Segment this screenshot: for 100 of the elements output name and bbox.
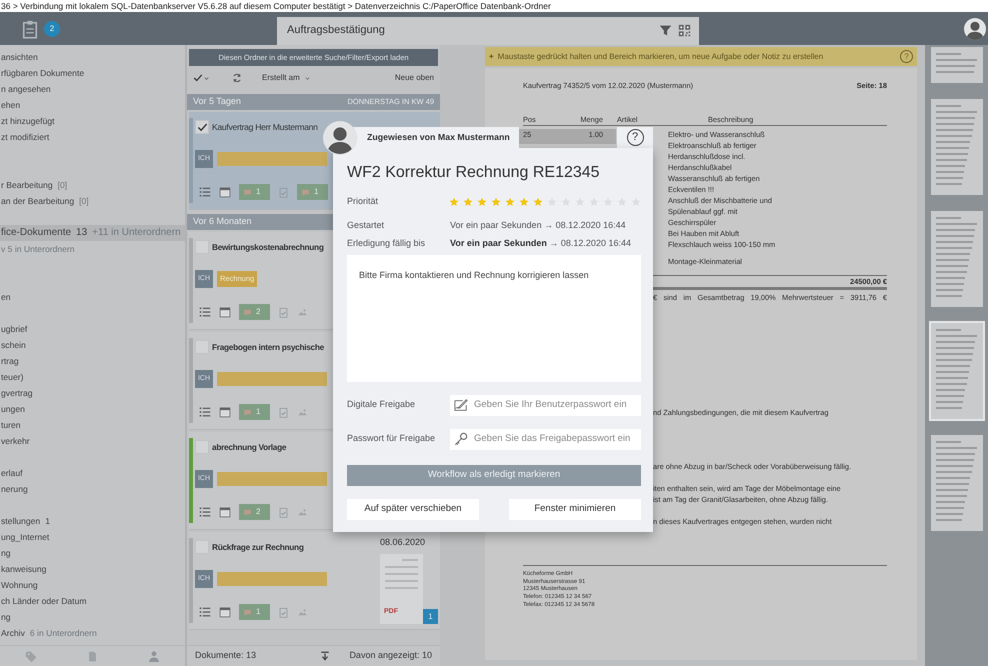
- clipboard-check-icon[interactable]: [278, 406, 289, 418]
- field-label: Passwort für Freigabe: [347, 432, 436, 446]
- document-date: 08.06.2020: [380, 536, 426, 549]
- filter-icon[interactable]: [659, 24, 672, 37]
- sidebar-item[interactable]: rfügbaren Dokumente: [0, 65, 185, 81]
- sidebar-item[interactable]: nerung: [0, 481, 185, 497]
- calendar-icon[interactable]: [219, 306, 231, 318]
- search-field[interactable]: Auftragsbestätigung: [277, 16, 699, 44]
- image-icon[interactable]: [297, 506, 308, 518]
- calendar-icon[interactable]: [219, 506, 231, 518]
- sort-dropdown[interactable]: Erstellt am: [262, 72, 311, 84]
- star-icon[interactable]: [477, 196, 487, 207]
- page-thumbnail[interactable]: [931, 323, 983, 419]
- clipboard-check-icon[interactable]: [278, 186, 289, 198]
- date-value: Vor ein paar Sekunden → 08.12.2020 16:44: [450, 218, 626, 232]
- help-button[interactable]: ?: [626, 129, 644, 146]
- sidebar-item[interactable]: erlauf: [0, 465, 185, 481]
- sidebar-item[interactable]: ng: [0, 609, 185, 625]
- page-count-badge: 1: [423, 609, 438, 624]
- sidebar-item[interactable]: en: [0, 289, 185, 305]
- field-label: Priorität: [347, 195, 380, 208]
- document-title[interactable]: abrechnung Vorlage: [212, 440, 286, 454]
- sidebar-item[interactable]: Archiv 6 in Unterordnern: [0, 625, 185, 641]
- list-icon[interactable]: [199, 506, 211, 518]
- list-icon[interactable]: [199, 306, 211, 318]
- sidebar-item[interactable]: Wohnung: [0, 577, 185, 593]
- sidebar-item[interactable]: stellungen 1: [0, 513, 185, 529]
- sidebar-item[interactable]: fice-Dokumente 13 +11 in Unterordnern: [0, 225, 185, 241]
- help-button[interactable]: ?: [900, 50, 913, 63]
- shown-count: Davon angezeigt: 10: [349, 649, 432, 662]
- document-title[interactable]: Fragebogen intern psychische: [212, 340, 324, 354]
- calendar-icon[interactable]: [219, 406, 231, 418]
- sidebar-item[interactable]: ehen: [0, 97, 185, 113]
- star-icon[interactable]: [505, 196, 515, 207]
- sidebar-item[interactable]: kanweisung: [0, 561, 185, 577]
- qr-code-icon[interactable]: [678, 24, 691, 37]
- sidebar-item[interactable]: an der Bearbeitung [0]: [0, 193, 185, 209]
- page-thumbnail[interactable]: [931, 47, 983, 83]
- download-icon[interactable]: [320, 651, 330, 661]
- page-thumbnail[interactable]: [931, 211, 983, 307]
- plus-sign: +: [489, 50, 494, 62]
- star-icon[interactable]: [533, 196, 543, 207]
- sort-order-button[interactable]: Neue oben: [394, 72, 434, 84]
- page-thumbnail[interactable]: [931, 99, 983, 195]
- sidebar-item[interactable]: ugbrief: [0, 321, 185, 337]
- sidebar-item[interactable]: rtrag: [0, 353, 185, 369]
- page-thumbnail[interactable]: [931, 435, 983, 531]
- calendar-icon[interactable]: [219, 186, 231, 198]
- dialog-button[interactable]: Fenster minimieren: [509, 498, 641, 520]
- search-input[interactable]: Auftragsbestätigung: [285, 21, 645, 40]
- speech-bubble-icon: [243, 308, 252, 316]
- image-icon[interactable]: [297, 406, 308, 418]
- sidebar-item[interactable]: turen: [0, 417, 185, 433]
- sidebar-item[interactable]: zt hinzugefügt: [0, 113, 185, 129]
- sidebar-item[interactable]: zt modifiziert: [0, 129, 185, 145]
- list-icon[interactable]: [199, 406, 211, 418]
- sidebar-item[interactable]: ch Länder oder Datum: [0, 593, 185, 609]
- star-icon[interactable]: [519, 196, 529, 207]
- notification-badge[interactable]: 2: [44, 20, 60, 36]
- speech-bubble-icon: [301, 188, 310, 196]
- list-icon[interactable]: [199, 186, 211, 198]
- speech-bubble-icon: [243, 508, 252, 516]
- clipboard-check-icon[interactable]: [278, 506, 289, 518]
- clipboard-icon[interactable]: [20, 18, 40, 38]
- star-icon[interactable]: [463, 196, 473, 207]
- breadcrumb-path: 36 > Verbindung mit lokalem SQL-Datenbankserver V5.6.28 auf diesem Computer bestätigt > Datenverzeichnis C:/PaperOffice Datenbank-Ordner: [1, 1, 551, 11]
- star-icon[interactable]: [491, 196, 501, 207]
- check-icon: [193, 73, 203, 83]
- avatar-icon: [964, 18, 986, 40]
- sidebar-item[interactable]: verkehr: [0, 433, 185, 449]
- signature-icon: [454, 398, 468, 412]
- sidebar-item[interactable]: r Bearbeitung [0]: [0, 177, 185, 193]
- document-title[interactable]: Kaufvertrag Herr Mustermann: [212, 120, 318, 134]
- password-field[interactable]: Geben Sie das Freigabepasswort ein: [450, 428, 641, 450]
- document-icon[interactable]: [87, 650, 98, 662]
- clipboard-check-icon[interactable]: [278, 306, 289, 318]
- list-icon[interactable]: [199, 606, 211, 618]
- sidebar-item[interactable]: schein: [0, 337, 185, 353]
- person-icon[interactable]: [148, 650, 160, 662]
- image-icon[interactable]: [297, 606, 308, 618]
- dialog-button[interactable]: Auf später verschieben: [347, 498, 479, 520]
- document-title[interactable]: Rückfrage zur Rechnung: [212, 540, 304, 554]
- sidebar-item[interactable]: gvertrag: [0, 385, 185, 401]
- sidebar-item[interactable]: teuer): [0, 369, 185, 385]
- sidebar-item[interactable]: ansichten: [0, 49, 185, 65]
- refresh-icon[interactable]: [232, 73, 242, 83]
- sidebar-item[interactable]: n angesehen: [0, 81, 185, 97]
- tag-icon[interactable]: [24, 650, 38, 662]
- star-icon[interactable]: [449, 196, 459, 207]
- select-dropdown[interactable]: [193, 73, 210, 83]
- image-icon[interactable]: [297, 306, 308, 318]
- calendar-icon[interactable]: [219, 606, 231, 618]
- password-field[interactable]: Geben Sie Ihr Benutzerpasswort ein: [450, 394, 641, 416]
- sidebar-item[interactable]: ng: [0, 545, 185, 561]
- checkbox[interactable]: [195, 120, 209, 134]
- sidebar-item[interactable]: ungen: [0, 401, 185, 417]
- clipboard-check-icon[interactable]: [278, 606, 289, 618]
- sidebar-item[interactable]: ung_Internet: [0, 529, 185, 545]
- speech-bubble-icon: [243, 188, 252, 196]
- document-title[interactable]: Bewirtungskostenabrechnung: [212, 240, 324, 254]
